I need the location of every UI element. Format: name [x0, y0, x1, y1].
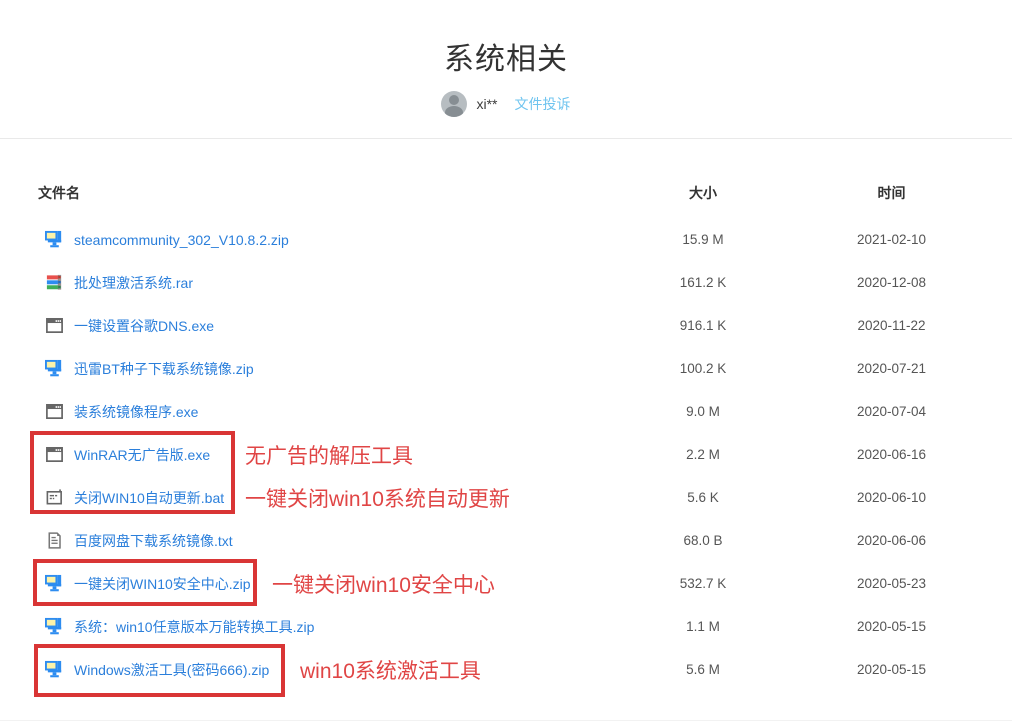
file-time: 2020-07-04	[783, 404, 1000, 419]
winrar-stack-icon	[45, 273, 64, 292]
file-link[interactable]: 一键设置谷歌DNS.exe	[74, 316, 214, 336]
file-link[interactable]: Windows激活工具(密码666).zip	[74, 660, 269, 680]
file-size: 532.7 K	[623, 576, 783, 591]
file-time: 2020-05-23	[783, 576, 1000, 591]
avatar	[441, 91, 467, 117]
header-divider	[0, 138, 1012, 139]
table-row: WinRAR无广告版.exe 2.2 M 2020-06-16 无广告的解压工具	[38, 433, 1000, 476]
file-size: 1.1 M	[623, 619, 783, 634]
table-row: Windows激活工具(密码666).zip 5.6 M 2020-05-15 …	[38, 648, 1000, 691]
red-annotation: 一键关闭win10系统自动更新	[245, 483, 510, 513]
text-document-icon	[45, 531, 64, 550]
uploader-name: xi**	[476, 96, 497, 112]
red-annotation: win10系统激活工具	[300, 655, 481, 685]
monitor-zip-icon	[45, 617, 64, 636]
file-time: 2020-07-21	[783, 361, 1000, 376]
batch-script-icon	[45, 488, 64, 507]
column-header-filename: 文件名	[38, 183, 623, 203]
bottom-divider	[0, 720, 1012, 721]
file-link[interactable]: 装系统镜像程序.exe	[74, 402, 198, 422]
file-table: 文件名 大小 时间 steamcommunity_302_V10.8.2.zip…	[38, 183, 1000, 691]
table-row: 百度网盘下载系统镜像.txt 68.0 B 2020-06-06	[38, 519, 1000, 562]
column-header-time: 时间	[783, 183, 1000, 203]
file-time: 2020-06-06	[783, 533, 1000, 548]
file-time: 2020-05-15	[783, 662, 1000, 677]
file-link[interactable]: 关闭WIN10自动更新.bat	[74, 488, 224, 508]
avatar-person-icon	[449, 95, 459, 105]
page-title: 系统相关	[0, 34, 1012, 78]
file-size: 100.2 K	[623, 361, 783, 376]
table-row: 批处理激活系统.rar 161.2 K 2020-12-08	[38, 261, 1000, 304]
file-time: 2020-12-08	[783, 275, 1000, 290]
file-time: 2021-02-10	[783, 232, 1000, 247]
table-header-row: 文件名 大小 时间	[38, 183, 1000, 203]
app-window-icon	[45, 402, 64, 421]
report-file-link[interactable]: 文件投诉	[515, 94, 571, 114]
file-time: 2020-06-10	[783, 490, 1000, 505]
file-link[interactable]: WinRAR无广告版.exe	[74, 445, 210, 465]
red-annotation: 一键关闭win10安全中心	[272, 569, 495, 599]
table-row: 装系统镜像程序.exe 9.0 M 2020-07-04	[38, 390, 1000, 433]
app-window-icon	[45, 316, 64, 335]
table-row: 系统：win10任意版本万能转换工具.zip 1.1 M 2020-05-15	[38, 605, 1000, 648]
file-link[interactable]: 系统：win10任意版本万能转换工具.zip	[74, 617, 314, 637]
file-size: 5.6 K	[623, 490, 783, 505]
file-size: 15.9 M	[623, 232, 783, 247]
table-row: 一键关闭WIN10安全中心.zip 532.7 K 2020-05-23 一键关…	[38, 562, 1000, 605]
page-header: 系统相关 xi** 文件投诉	[0, 0, 1012, 139]
file-time: 2020-11-22	[783, 318, 1000, 333]
file-link[interactable]: 迅雷BT种子下载系统镜像.zip	[74, 359, 254, 379]
app-window-icon	[45, 445, 64, 464]
column-header-size: 大小	[623, 183, 783, 203]
table-row: 一键设置谷歌DNS.exe 916.1 K 2020-11-22	[38, 304, 1000, 347]
file-link[interactable]: 批处理激活系统.rar	[74, 273, 193, 293]
table-row: steamcommunity_302_V10.8.2.zip 15.9 M 20…	[38, 218, 1000, 261]
monitor-zip-icon	[45, 359, 64, 378]
file-size: 2.2 M	[623, 447, 783, 462]
file-size: 161.2 K	[623, 275, 783, 290]
file-size: 5.6 M	[623, 662, 783, 677]
file-time: 2020-05-15	[783, 619, 1000, 634]
file-link[interactable]: 百度网盘下载系统镜像.txt	[74, 531, 233, 551]
monitor-zip-icon	[45, 230, 64, 249]
monitor-zip-icon	[45, 574, 64, 593]
file-link[interactable]: 一键关闭WIN10安全中心.zip	[74, 574, 251, 594]
table-row: 迅雷BT种子下载系统镜像.zip 100.2 K 2020-07-21	[38, 347, 1000, 390]
file-size: 68.0 B	[623, 533, 783, 548]
table-body: steamcommunity_302_V10.8.2.zip 15.9 M 20…	[38, 218, 1000, 691]
file-link[interactable]: steamcommunity_302_V10.8.2.zip	[74, 232, 289, 248]
file-size: 9.0 M	[623, 404, 783, 419]
file-size: 916.1 K	[623, 318, 783, 333]
table-row: 关闭WIN10自动更新.bat 5.6 K 2020-06-10 一键关闭win…	[38, 476, 1000, 519]
monitor-zip-icon	[45, 660, 64, 679]
file-time: 2020-06-16	[783, 447, 1000, 462]
uploader-row: xi** 文件投诉	[0, 90, 1012, 118]
red-annotation: 无广告的解压工具	[245, 440, 413, 470]
